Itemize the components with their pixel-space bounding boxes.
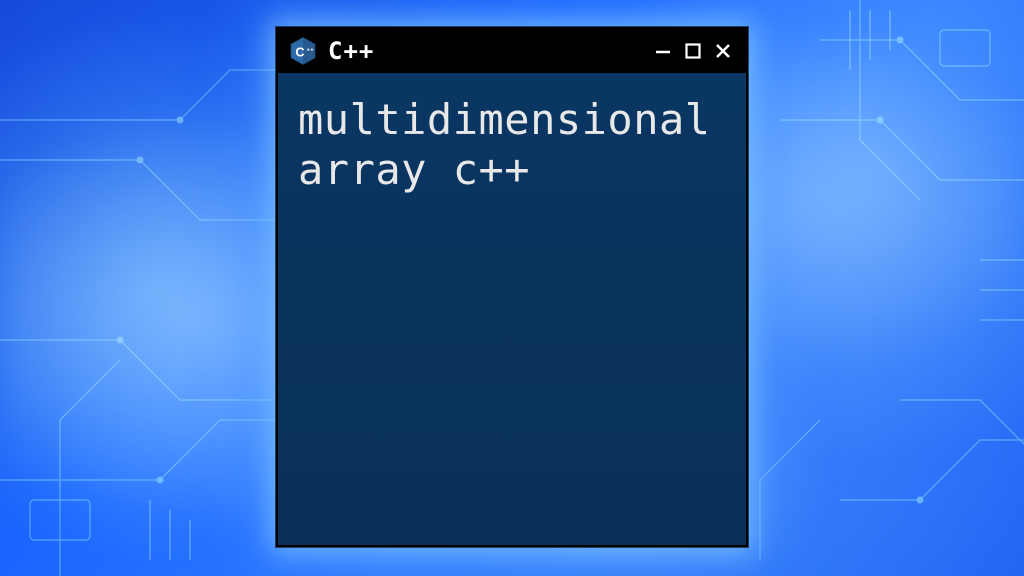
terminal-content[interactable]: multidimensional array c++ xyxy=(278,73,746,545)
maximize-button[interactable] xyxy=(680,38,706,64)
svg-text:C: C xyxy=(295,44,304,59)
svg-text:+: + xyxy=(310,47,313,53)
terminal-window: C + + C++ mul xyxy=(276,27,748,547)
maximize-icon xyxy=(683,41,703,61)
window-title: C++ xyxy=(328,37,640,65)
minimize-icon xyxy=(653,41,673,61)
svg-text:+: + xyxy=(307,47,310,53)
titlebar[interactable]: C + + C++ xyxy=(278,29,746,73)
cpp-logo-icon: C + + xyxy=(288,36,318,66)
close-button[interactable] xyxy=(710,38,736,64)
minimize-button[interactable] xyxy=(650,38,676,64)
close-icon xyxy=(713,41,733,61)
window-controls xyxy=(650,38,736,64)
